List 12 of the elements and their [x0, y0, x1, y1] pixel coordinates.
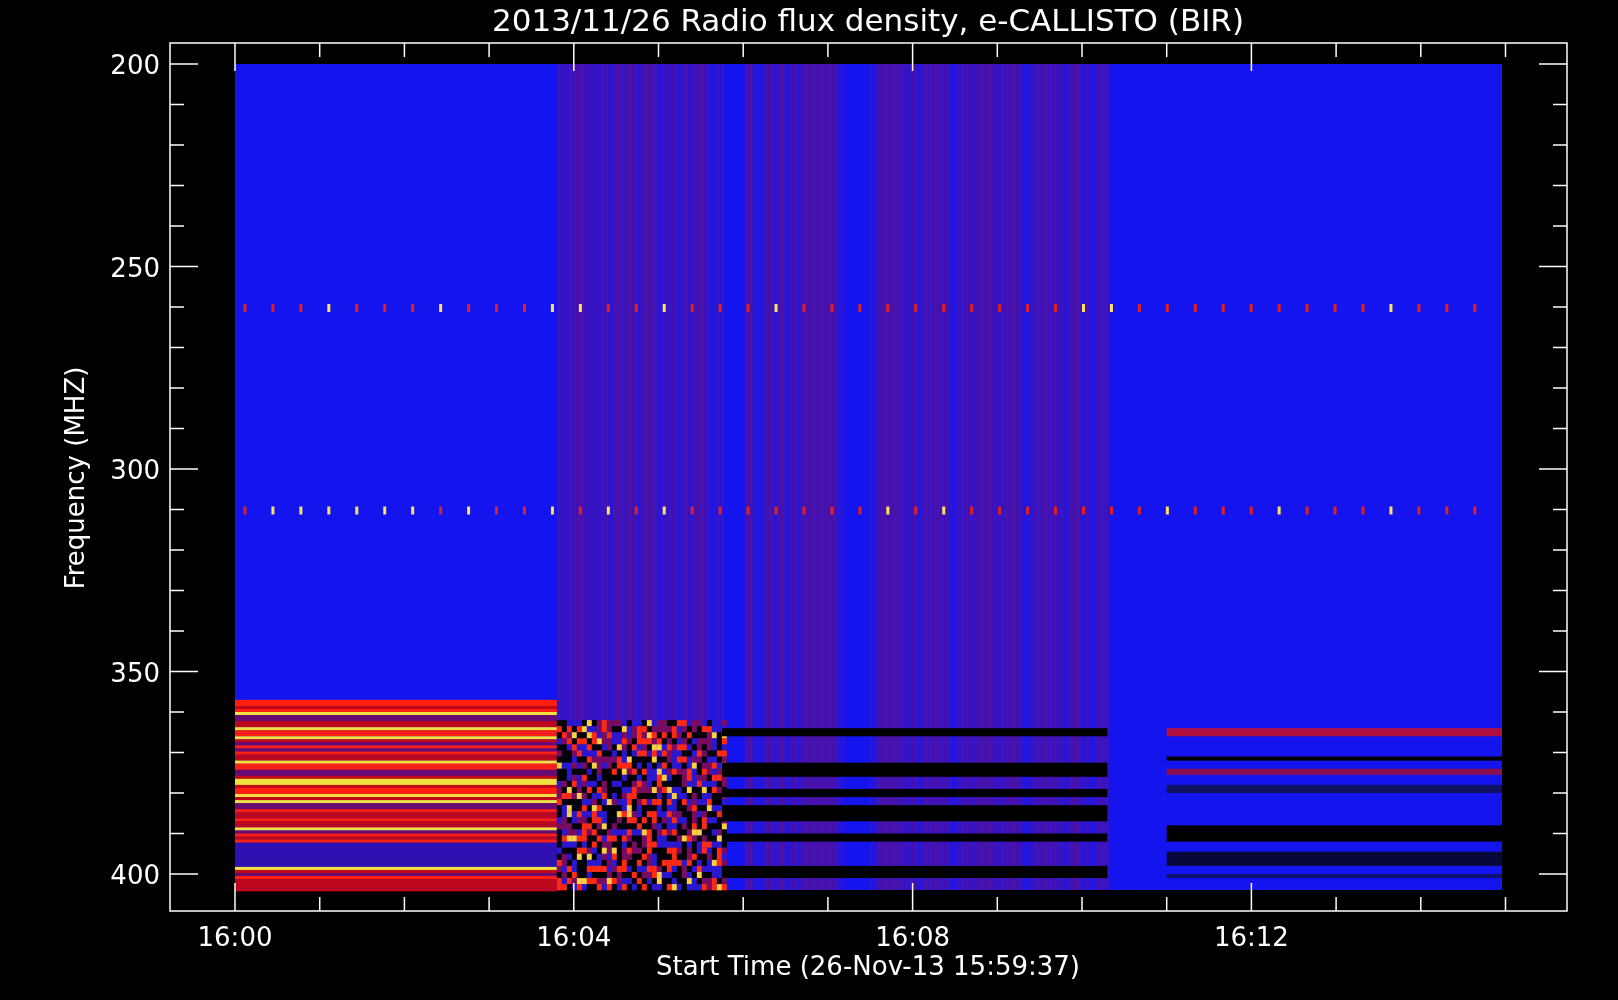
y-tick-label: 200	[110, 50, 160, 80]
y-axis-label: Frequency (MHZ)	[60, 366, 90, 590]
x-tick-label: 16:08	[875, 922, 951, 952]
y-tick-label: 350	[110, 657, 160, 688]
y-tick-label: 300	[110, 455, 160, 485]
x-axis-label: Start Time (26-Nov-13 15:59:37)	[656, 951, 1080, 981]
x-tick-label: 16:12	[1213, 922, 1289, 952]
y-tick-label: 400	[110, 860, 160, 890]
chart-title: 2013/11/26 Radio flux density, e-CALLISTO (BIR)	[492, 2, 1244, 38]
x-tick-label: 16:00	[197, 922, 273, 952]
x-tick-label: 16:04	[536, 922, 612, 952]
y-tick-label: 250	[110, 252, 160, 283]
